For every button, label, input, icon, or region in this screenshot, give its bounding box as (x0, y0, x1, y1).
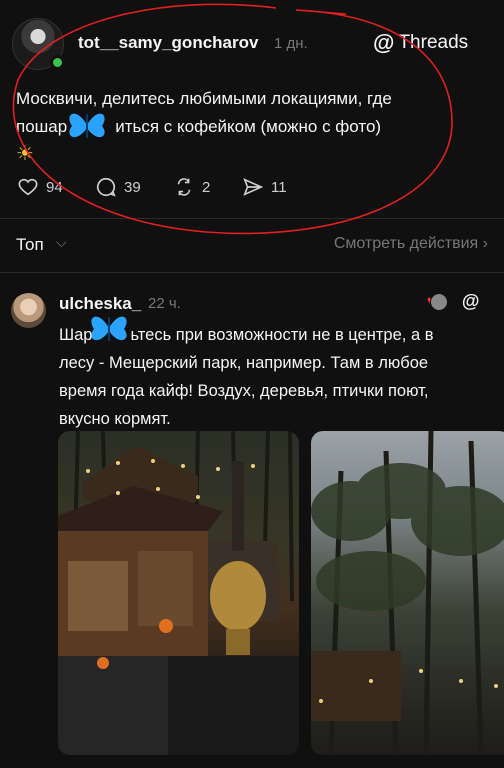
reply-photo-cafe[interactable] (58, 431, 299, 755)
chevron-down-icon[interactable]: ⌵ (56, 234, 67, 251)
share-button[interactable]: 11 (242, 176, 287, 198)
view-actions-link[interactable]: Смотреть действия › (334, 235, 488, 253)
repost-count: 2 (202, 178, 211, 196)
threads-label: Threads (398, 32, 469, 53)
like-count: 94 (46, 178, 63, 196)
cafe-photo-drawing (58, 431, 299, 755)
reply-reactions[interactable]: ♥ @ (427, 291, 479, 312)
replies-sortbar: Топ ⌵ Смотреть действия › (0, 220, 504, 272)
threads-badge[interactable]: @ Threads (373, 30, 468, 56)
share-count: 11 (271, 178, 287, 196)
repost-button[interactable]: 2 (173, 176, 210, 198)
reply-text-line-4: вкусно кормят. (59, 410, 171, 428)
forest-photo-drawing (311, 431, 504, 755)
comment-icon (96, 177, 116, 197)
threads-icon: @ (461, 291, 480, 311)
comment-count: 39 (124, 178, 141, 196)
heart-icon (18, 178, 38, 196)
reply-photo-forest[interactable] (311, 431, 504, 755)
reply-author-avatar[interactable] (11, 293, 46, 328)
online-indicator (50, 55, 65, 70)
sun-emoji-icon: ☀ (16, 143, 34, 165)
butterfly-sticker-icon (66, 104, 108, 153)
reply-time: 22 ч. (148, 295, 181, 312)
reply-text-line-3: время года кайф! Воздух, деревья, птички… (59, 382, 429, 400)
reply-post: ulcheska_ 22 ч. ♥ @ Шарьтесь при возможн… (0, 272, 504, 768)
butterfly-sticker-icon (88, 307, 130, 356)
threads-icon: @ (373, 30, 395, 55)
divider (0, 218, 504, 219)
author-username[interactable]: tot__samy_goncharov (78, 33, 258, 53)
post-time: 1 дн. (274, 35, 308, 52)
repost-icon (177, 178, 191, 196)
comment-button[interactable]: 39 (95, 176, 141, 198)
share-icon (243, 178, 264, 196)
sort-dropdown[interactable]: Топ (16, 235, 44, 255)
like-button[interactable]: 94 (17, 176, 63, 198)
chevron-right-icon: › (482, 235, 488, 252)
mini-avatar (429, 292, 448, 311)
